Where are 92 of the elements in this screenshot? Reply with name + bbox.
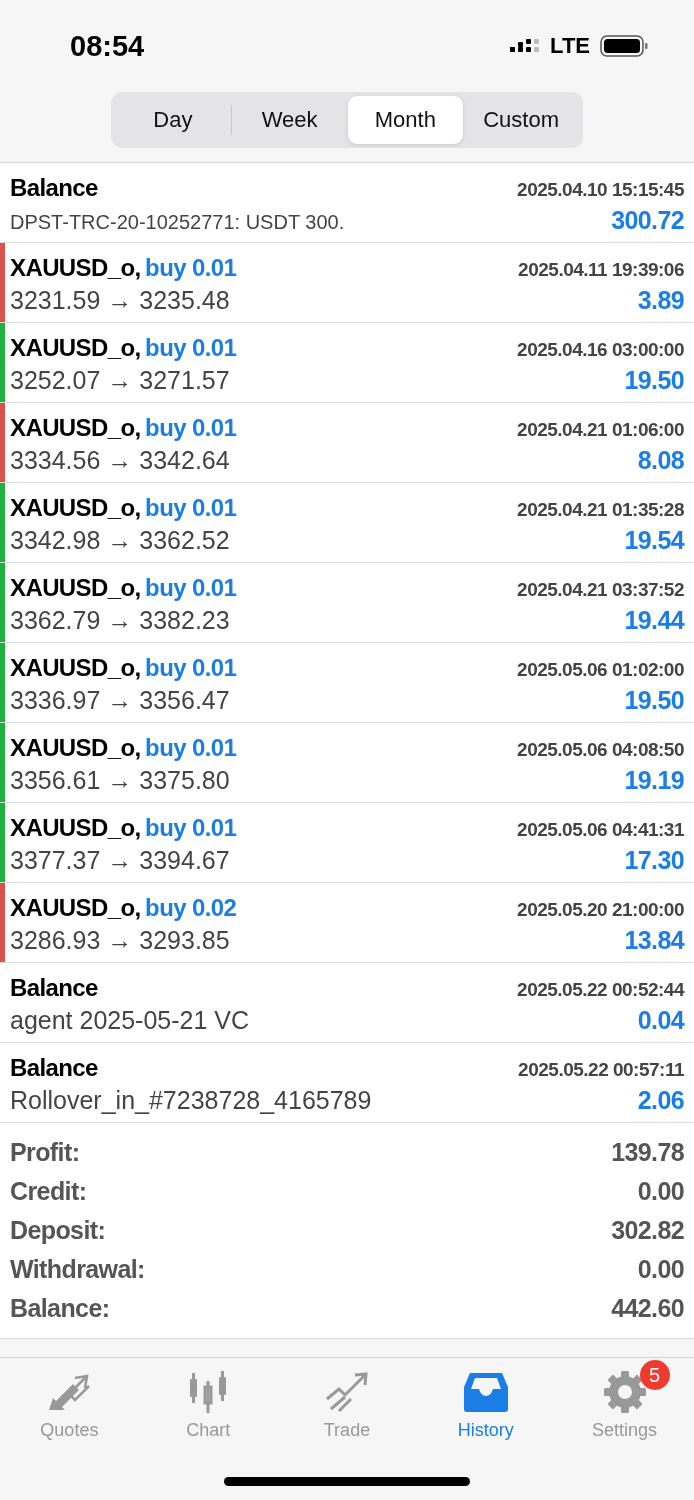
trade-time: 2025.04.16 03:00:00 [517,339,684,361]
period-tab[interactable]: Week [231,96,348,144]
operation-comment: DPST-TRC-20-10252771: USDT 300. [10,211,345,234]
summary-value: 139.78 [611,1138,684,1167]
notification-badge: 5 [639,1360,670,1390]
trade-prices: 3286.93 → 3293.85 [10,926,230,955]
operation-time: 2025.05.22 00:52:44 [517,979,684,1001]
trade-order: buy 0.01 [145,334,237,361]
period-tab[interactable]: Month [347,96,464,144]
trade-prices: 3252.07 → 3271.57 [10,366,230,395]
trade-profit: 8.08 [637,446,684,475]
trade-order: buy 0.02 [145,894,237,921]
trade-profit: 19.50 [624,366,684,395]
trade-prices: 3334.56 → 3342.64 [10,446,230,475]
trade-row[interactable]: XAUUSD_o, buy 0.01 2025.04.21 01:35:28 3342.98 → 3362.52 19.54 [0,483,694,563]
trade-time: 2025.04.11 19:39:06 [518,259,684,281]
trade-prices: 3342.98 → 3362.52 [10,526,230,555]
tab-bar-item[interactable]: 5 Settings [569,1358,680,1441]
trade-prices: 3356.61 → 3375.80 [10,766,230,795]
trade-time: 2025.05.06 04:41:31 [517,819,684,841]
trade-order: buy 0.01 [145,734,237,761]
summary-label: Withdrawal: [10,1255,145,1284]
network-label: LTE [550,33,590,59]
balance-row[interactable]: Balance 2025.05.22 00:52:44 agent 2025-05-21 VC 0.04 [0,963,694,1043]
operation-amount: 0.04 [637,1006,684,1035]
operation-amount: 300.72 [611,206,684,235]
trade-profit: 3.89 [637,286,684,315]
operation-comment: Rollover_in_#7238728_4165789 [10,1086,372,1115]
trade-symbol: XAUUSD_o, [10,414,141,441]
trade-row[interactable]: XAUUSD_o, buy 0.01 2025.04.11 19:39:06 3231.59 → 3235.48 3.89 [0,243,694,323]
trade-symbol: XAUUSD_o, [10,894,141,921]
balance-row[interactable]: Balance 2025.04.10 15:15:45 DPST-TRC-20-10252771: USDT 300. 300.72 [0,163,694,243]
trade-symbol: XAUUSD_o, [10,654,141,681]
summary-value: 0.00 [637,1177,684,1206]
trade-time: 2025.04.21 01:06:00 [517,419,684,441]
trade-order: buy 0.01 [145,254,237,281]
operation-title: Balance [10,1054,98,1082]
trade-profit: 19.44 [624,606,684,635]
trade-symbol: XAUUSD_o, [10,734,141,761]
trade-order: buy 0.01 [145,814,237,841]
trade-order: buy 0.01 [145,494,237,521]
trade-time: 2025.05.06 04:08:50 [517,739,684,761]
trade-prices: 3377.37 → 3394.67 [10,846,230,875]
summary-label: Balance: [10,1294,110,1323]
trade-profit: 13.84 [624,926,684,955]
trade-row[interactable]: XAUUSD_o, buy 0.01 2025.05.06 04:08:50 3356.61 → 3375.80 19.19 [0,723,694,803]
summary-label: Deposit: [10,1216,106,1245]
trade-symbol: XAUUSD_o, [10,334,141,361]
summary-label: Profit: [10,1138,80,1167]
trade-time: 2025.04.21 03:37:52 [517,579,684,601]
trade-profit: 19.54 [624,526,684,555]
trade-row[interactable]: XAUUSD_o, buy 0.01 2025.04.16 03:00:00 3252.07 → 3271.57 19.50 [0,323,694,403]
trend-arrow-icon [323,1371,371,1413]
gear-icon [601,1369,648,1415]
trade-row[interactable]: XAUUSD_o, buy 0.01 2025.05.06 04:41:31 3377.37 → 3394.67 17.30 [0,803,694,883]
trade-row[interactable]: XAUUSD_o, buy 0.01 2025.04.21 01:06:00 3334.56 → 3342.64 8.08 [0,403,694,483]
operation-title: Balance [10,974,98,1002]
summary-label: Credit: [10,1177,87,1206]
trade-symbol: XAUUSD_o, [10,254,141,281]
trade-symbol: XAUUSD_o, [10,814,141,841]
trade-row[interactable]: XAUUSD_o, buy 0.02 2025.05.20 21:00:00 3286.93 → 3293.85 13.84 [0,883,694,963]
trade-prices: 3231.59 → 3235.48 [10,286,230,315]
trade-time: 2025.05.20 21:00:00 [517,899,684,921]
balance-row[interactable]: Balance 2025.05.22 00:57:11 Rollover_in_#7238728_4165789 2.06 [0,1043,694,1123]
trade-order: buy 0.01 [145,574,237,601]
summary-value: 442.60 [611,1294,684,1323]
operation-comment: agent 2025-05-21 VC [10,1006,250,1035]
summary-value: 0.00 [637,1255,684,1284]
trade-profit: 19.19 [624,766,684,795]
trade-time: 2025.04.21 01:35:28 [517,499,684,521]
trade-order: buy 0.01 [145,414,237,441]
trade-symbol: XAUUSD_o, [10,574,141,601]
trade-row[interactable]: XAUUSD_o, buy 0.01 2025.05.06 01:02:00 3336.97 → 3356.47 19.50 [0,643,694,723]
status-time: 08:54 [70,29,145,63]
operation-title: Balance [10,174,98,202]
period-tab[interactable]: Custom [463,96,579,144]
trade-prices: 3336.97 → 3356.47 [10,686,230,715]
trade-row[interactable]: XAUUSD_o, buy 0.01 2025.04.21 03:37:52 3362.79 → 3382.23 19.44 [0,563,694,643]
trade-prices: 3362.79 → 3382.23 [10,606,230,635]
period-tab[interactable]: Day [115,96,231,144]
trade-time: 2025.05.06 01:02:00 [517,659,684,681]
operation-time: 2025.05.22 00:57:11 [518,1059,684,1081]
trade-profit: 19.50 [624,686,684,715]
inbox-icon [461,1371,510,1413]
tab-bar-item[interactable]: History [430,1358,541,1441]
trade-symbol: XAUUSD_o, [10,494,141,521]
trade-profit: 17.30 [624,846,684,875]
operation-amount: 2.06 [637,1086,684,1115]
battery-icon [600,35,648,57]
trade-order: buy 0.01 [145,654,237,681]
summary-value: 302.82 [611,1216,684,1245]
operation-time: 2025.04.10 15:15:45 [517,179,684,201]
